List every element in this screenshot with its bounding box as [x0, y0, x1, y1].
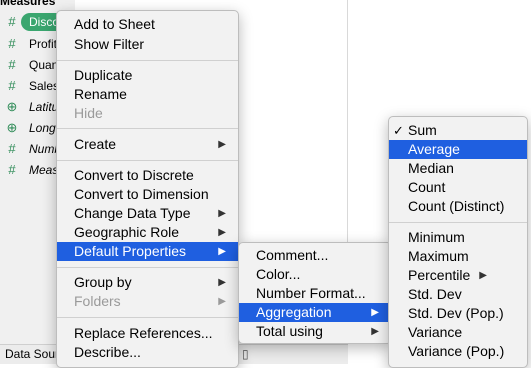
menu-item-folders: Folders ▶	[57, 292, 238, 311]
menu-item-label: Geographic Role	[74, 224, 180, 240]
menu-item-label: Variance	[408, 324, 463, 340]
menu-item-label: Variance (Pop.)	[408, 343, 505, 359]
menu-item-label: Count	[408, 179, 446, 195]
menu-item-maximum[interactable]: Maximum	[389, 247, 527, 266]
menu-item-comment[interactable]: Comment...	[239, 246, 391, 265]
menu-item-convert-to-discrete[interactable]: Convert to Discrete	[57, 166, 238, 185]
menu-item-label: Total using	[256, 323, 323, 339]
menu-item-label: Add to Sheet	[74, 16, 155, 32]
globe-icon: ⊕	[6, 120, 18, 135]
menu-item-sum[interactable]: ✓ Sum	[389, 121, 527, 140]
menu-item-show-filter[interactable]: Show Filter	[57, 35, 238, 54]
menu-item-label: Hide	[74, 105, 103, 121]
menu-item-count-distinct[interactable]: Count (Distinct)	[389, 197, 527, 216]
menu-item-number-format[interactable]: Number Format...	[239, 284, 391, 303]
number-icon: #	[8, 36, 16, 51]
menu-item-label: Std. Dev (Pop.)	[408, 305, 504, 321]
menu-item-label: Color...	[256, 266, 301, 282]
menu-item-hide: Hide	[57, 104, 238, 123]
menu-item-label: Sum	[408, 122, 437, 138]
menu-separator	[57, 317, 238, 318]
number-icon: #	[8, 14, 16, 29]
number-icon: #	[8, 162, 16, 177]
menu-item-std-dev[interactable]: Std. Dev	[389, 285, 527, 304]
menu-item-total-using[interactable]: Total using ▶	[239, 322, 391, 341]
submenu-arrow-icon: ▶	[218, 208, 226, 219]
menu-item-add-to-sheet[interactable]: Add to Sheet	[57, 15, 238, 34]
submenu-arrow-icon: ▶	[479, 270, 487, 281]
submenu-arrow-icon: ▶	[218, 227, 226, 238]
menu-item-label: Minimum	[408, 229, 465, 245]
menu-separator	[389, 222, 527, 223]
menu-item-minimum[interactable]: Minimum	[389, 228, 527, 247]
menu-item-aggregation[interactable]: Aggregation ▶	[239, 303, 391, 322]
menu-item-label: Describe...	[74, 344, 141, 360]
submenu-arrow-icon: ▶	[371, 326, 379, 337]
field-label: Sales	[29, 79, 60, 93]
menu-item-label: Median	[408, 160, 454, 176]
globe-icon: ⊕	[6, 99, 18, 114]
menu-item-rename[interactable]: Rename	[57, 85, 238, 104]
menu-separator	[57, 160, 238, 161]
menu-item-label: Rename	[74, 86, 127, 102]
menu-separator	[57, 128, 238, 129]
menu-item-variance-pop[interactable]: Variance (Pop.)	[389, 342, 527, 361]
menu-item-convert-to-dimension[interactable]: Convert to Dimension	[57, 185, 238, 204]
menu-item-label: Replace References...	[74, 325, 213, 341]
submenu-arrow-icon: ▶	[371, 307, 379, 318]
menu-item-label: Default Properties	[74, 243, 187, 259]
menu-item-label: Folders	[74, 293, 121, 309]
number-icon: #	[8, 78, 16, 93]
menu-separator	[57, 267, 238, 268]
menu-item-percentile[interactable]: Percentile ▶	[389, 266, 527, 285]
menu-item-geographic-role[interactable]: Geographic Role ▶	[57, 223, 238, 242]
menu-item-label: Percentile	[408, 267, 471, 283]
menu-item-label: Convert to Dimension	[74, 186, 209, 202]
menu-item-color[interactable]: Color...	[239, 265, 391, 284]
menu-item-duplicate[interactable]: Duplicate	[57, 66, 238, 85]
menu-item-count[interactable]: Count	[389, 178, 527, 197]
menu-item-label: Std. Dev	[408, 286, 462, 302]
menu-item-default-properties[interactable]: Default Properties ▶	[57, 242, 238, 261]
measures-section-title: Measures	[0, 0, 56, 8]
menu-item-replace-references[interactable]: Replace References...	[57, 324, 238, 343]
submenu-arrow-icon: ▶	[218, 296, 226, 307]
menu-item-average[interactable]: Average	[389, 140, 527, 159]
aggregation-submenu: ✓ Sum Average Median Count Count (Distin…	[388, 116, 528, 368]
submenu-arrow-icon: ▶	[218, 139, 226, 150]
new-sheet-icon[interactable]: ▯	[242, 347, 249, 361]
default-properties-submenu: Comment... Color... Number Format... Agg…	[238, 242, 392, 344]
field-label: Profit	[29, 37, 58, 51]
menu-item-label: Number Format...	[256, 285, 366, 301]
number-icon: #	[8, 141, 16, 156]
menu-item-create[interactable]: Create ▶	[57, 135, 238, 154]
menu-item-variance[interactable]: Variance	[389, 323, 527, 342]
menu-separator	[57, 60, 238, 61]
checkmark-icon: ✓	[393, 123, 404, 138]
menu-item-median[interactable]: Median	[389, 159, 527, 178]
menu-item-label: Convert to Discrete	[74, 167, 194, 183]
menu-item-label: Comment...	[256, 247, 329, 263]
submenu-arrow-icon: ▶	[218, 277, 226, 288]
menu-item-label: Show Filter	[74, 36, 145, 52]
menu-item-label: Change Data Type	[74, 205, 191, 221]
menu-item-label: Create	[74, 136, 117, 152]
menu-item-label: Maximum	[408, 248, 469, 264]
menu-item-group-by[interactable]: Group by ▶	[57, 273, 238, 292]
menu-item-label: Duplicate	[74, 67, 133, 83]
menu-item-describe[interactable]: Describe...	[57, 343, 238, 362]
number-icon: #	[8, 57, 16, 72]
submenu-arrow-icon: ▶	[218, 246, 226, 257]
menu-item-change-data-type[interactable]: Change Data Type ▶	[57, 204, 238, 223]
field-context-menu: Add to Sheet Show Filter Duplicate Renam…	[56, 10, 239, 368]
menu-item-label: Average	[408, 141, 460, 157]
menu-item-label: Group by	[74, 274, 132, 290]
menu-item-label: Aggregation	[256, 304, 332, 320]
menu-item-label: Count (Distinct)	[408, 198, 505, 214]
menu-item-std-dev-pop[interactable]: Std. Dev (Pop.)	[389, 304, 527, 323]
